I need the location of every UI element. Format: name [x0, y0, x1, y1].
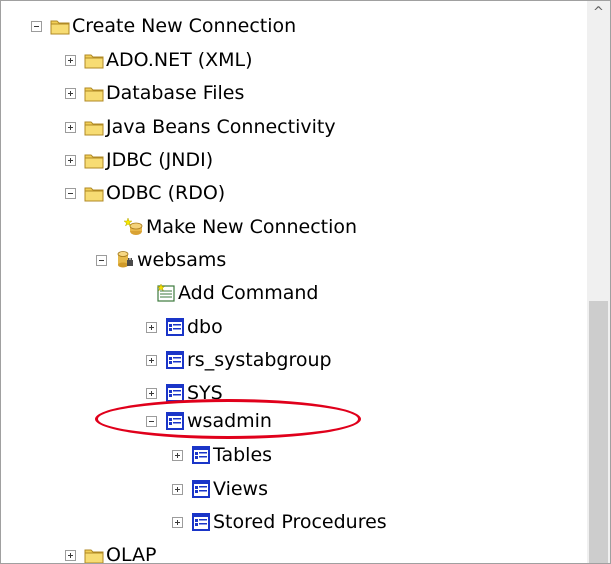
expand-toggle-icon[interactable]: [65, 87, 76, 99]
schema-icon: [192, 513, 210, 531]
tree-item-label: JDBC (JNDI): [106, 149, 214, 171]
tree-item-add-command[interactable]: Add Command: [156, 279, 318, 307]
folder-icon: [84, 121, 104, 136]
expand-toggle-icon[interactable]: [65, 121, 76, 133]
tree-view-panel: Create New Connection ADO.NET (XML) Data…: [0, 0, 611, 564]
tree-item-label: Make New Connection: [146, 216, 358, 238]
expand-toggle-icon[interactable]: [65, 54, 76, 66]
expand-toggle-icon[interactable]: [146, 321, 157, 333]
add-command-icon: [156, 283, 175, 302]
tree-item-label: Tables: [213, 444, 273, 466]
expand-toggle-icon[interactable]: [172, 483, 183, 495]
tree-item-dbo[interactable]: dbo: [146, 313, 223, 341]
collapse-toggle-icon[interactable]: [65, 187, 76, 199]
folder-icon: [84, 549, 104, 563]
expand-toggle-icon[interactable]: [146, 387, 157, 399]
schema-icon: [166, 318, 184, 336]
tree-item-tables[interactable]: Tables: [172, 441, 272, 469]
tree-item-label: ODBC (RDO): [106, 182, 226, 204]
expand-toggle-icon[interactable]: [172, 516, 183, 528]
vertical-scrollbar[interactable]: ^: [587, 1, 610, 563]
tree-item-label: Java Beans Connectivity: [106, 116, 336, 138]
expand-toggle-icon[interactable]: [65, 549, 76, 561]
tree-item-label: ADO.NET (XML): [106, 49, 253, 71]
schema-icon: [192, 446, 210, 464]
folder-icon: [84, 154, 104, 169]
connection-tree: Create New Connection ADO.NET (XML) Data…: [1, 1, 586, 563]
expand-toggle-icon[interactable]: [172, 449, 183, 461]
tree-item-odbc-rdo[interactable]: ODBC (RDO): [65, 179, 225, 207]
schema-icon: [192, 480, 210, 498]
tree-item-database-files[interactable]: Database Files: [65, 79, 244, 107]
expand-toggle-icon[interactable]: [146, 354, 157, 366]
tree-item-label: OLAP: [106, 544, 157, 564]
expand-toggle-icon[interactable]: [65, 154, 76, 166]
tree-item-stored-procedures[interactable]: Stored Procedures: [172, 508, 387, 536]
collapse-toggle-icon[interactable]: [31, 20, 42, 32]
tree-item-label: SYS: [187, 382, 223, 404]
folder-icon: [84, 87, 104, 102]
schema-icon: [166, 384, 184, 402]
tree-item-label: dbo: [187, 316, 223, 338]
tree-item-wsadmin[interactable]: wsadmin: [146, 407, 272, 435]
schema-icon: [166, 351, 184, 369]
tree-item-jdbc-jndi[interactable]: JDBC (JNDI): [65, 146, 213, 174]
tree-item-views[interactable]: Views: [172, 475, 268, 503]
tree-item-websams[interactable]: websams: [96, 246, 226, 274]
collapse-toggle-icon[interactable]: [146, 415, 157, 427]
tree-item-olap[interactable]: OLAP: [65, 541, 157, 564]
scroll-up-arrow-icon[interactable]: ^: [587, 1, 610, 23]
tree-item-label: websams: [137, 249, 227, 271]
folder-icon: [84, 187, 104, 202]
database-connection-icon: [117, 251, 133, 268]
new-connection-icon: [124, 217, 143, 235]
folder-icon: [50, 20, 70, 35]
tree-item-sys[interactable]: SYS: [146, 379, 223, 407]
tree-item-make-new-connection[interactable]: Make New Connection: [124, 213, 357, 241]
tree-item-label: Add Command: [178, 282, 319, 304]
tree-item-rs-systabgroup[interactable]: rs_systabgroup: [146, 346, 332, 374]
collapse-toggle-icon[interactable]: [96, 254, 107, 266]
schema-icon: [166, 412, 184, 430]
tree-item-label: Stored Procedures: [213, 511, 387, 533]
tree-item-ado-net[interactable]: ADO.NET (XML): [65, 46, 253, 74]
tree-item-java-beans-connectivity[interactable]: Java Beans Connectivity: [65, 113, 336, 141]
scrollbar-thumb[interactable]: [589, 301, 608, 563]
folder-icon: [84, 54, 104, 69]
tree-item-label: rs_systabgroup: [187, 349, 332, 371]
tree-item-label: Create New Connection: [72, 15, 297, 37]
tree-item-label: Database Files: [106, 82, 245, 104]
tree-item-create-new-connection[interactable]: Create New Connection: [31, 12, 296, 40]
tree-item-label: wsadmin: [187, 410, 272, 432]
tree-item-label: Views: [213, 478, 268, 500]
